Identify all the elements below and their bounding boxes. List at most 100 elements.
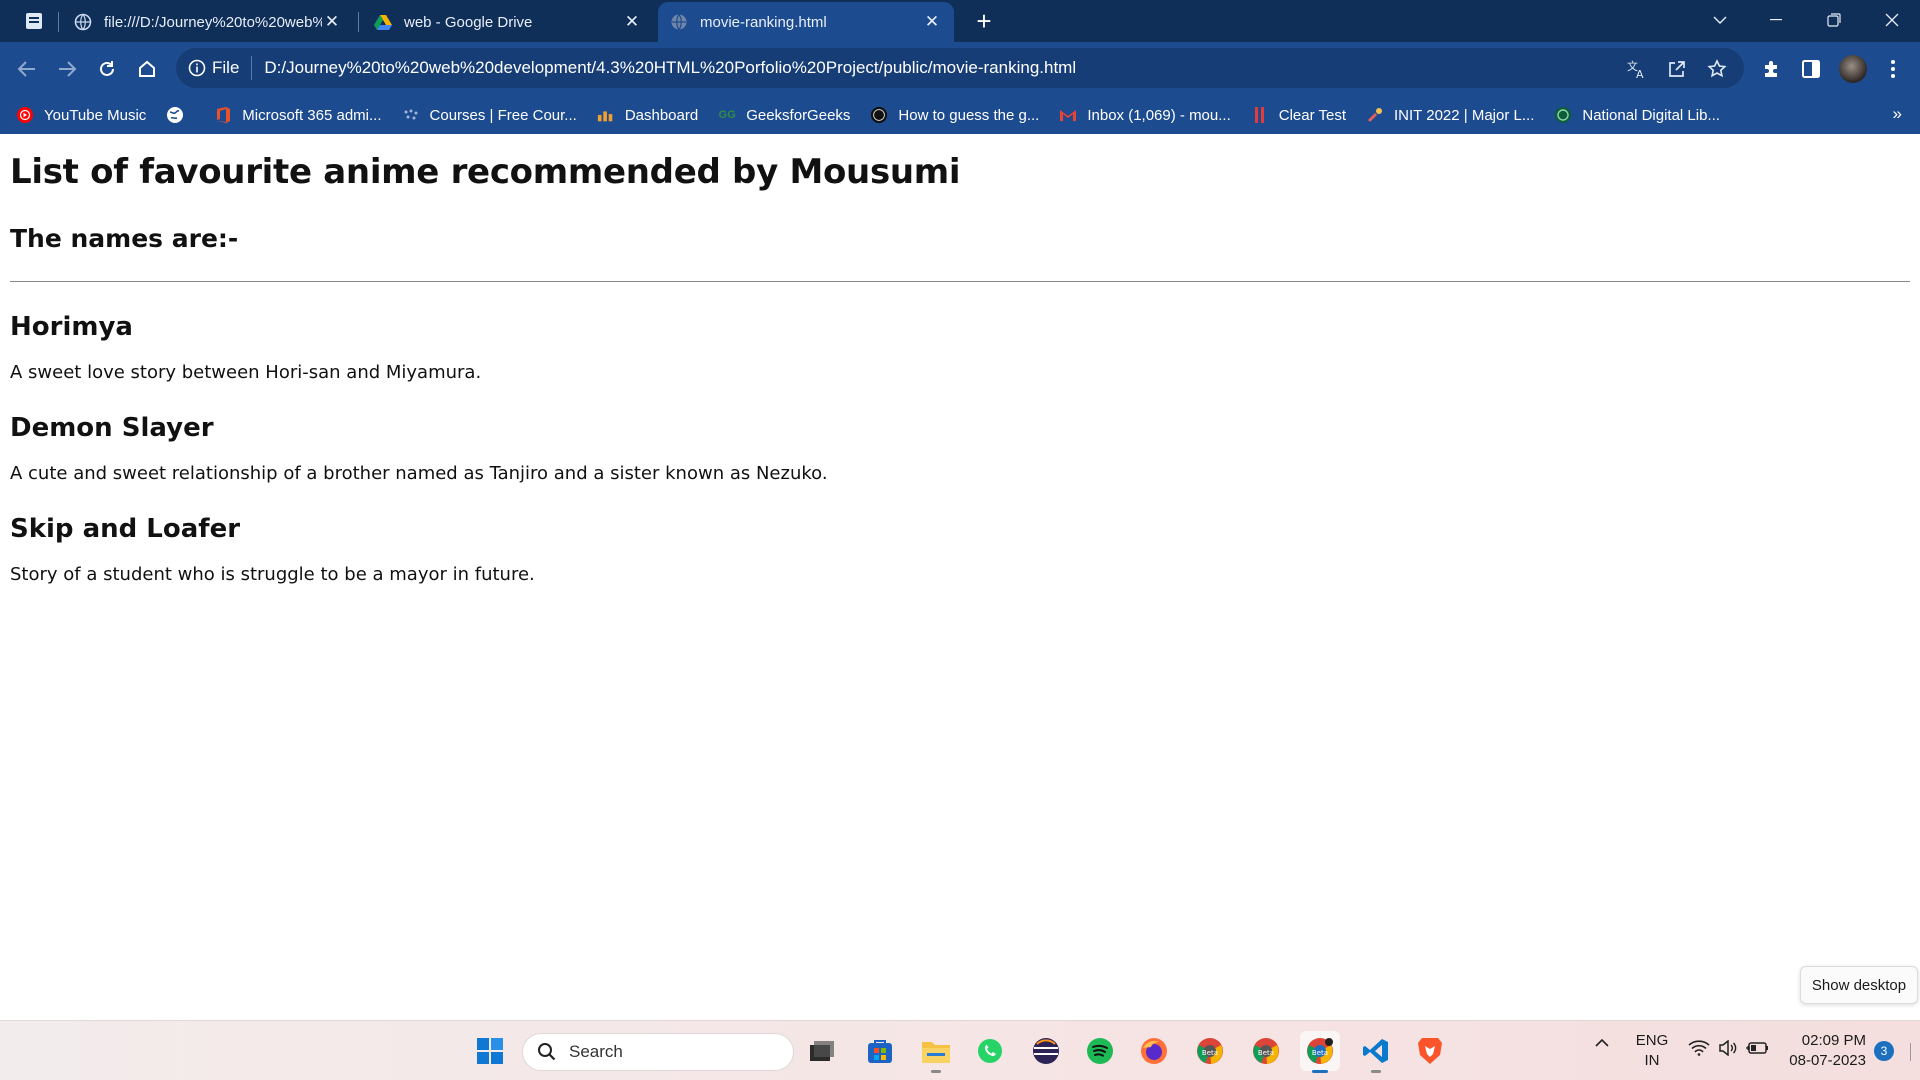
tab-actions-icon[interactable] bbox=[18, 6, 50, 36]
minimize-button[interactable] bbox=[1748, 0, 1804, 40]
reload-button[interactable] bbox=[92, 54, 122, 84]
notification-badge[interactable]: 3 bbox=[1874, 1041, 1894, 1061]
new-tab-button[interactable]: + bbox=[968, 6, 1000, 36]
tab-google-drive[interactable]: web - Google Drive ✕ bbox=[362, 2, 654, 42]
close-icon[interactable]: ✕ bbox=[622, 12, 642, 32]
battery-icon[interactable] bbox=[1742, 1040, 1772, 1056]
address-bar[interactable]: File D:/Journey%20to%20web%20development… bbox=[176, 48, 1744, 88]
youtube-music-icon bbox=[16, 106, 34, 124]
address-separator bbox=[251, 56, 253, 80]
spotify-icon bbox=[1087, 1038, 1113, 1064]
browser-toolbar: File D:/Journey%20to%20web%20development… bbox=[0, 42, 1920, 96]
svg-text:A: A bbox=[1636, 68, 1644, 80]
anime-description: A sweet love story between Hori-san and … bbox=[10, 362, 482, 383]
spotify-button[interactable] bbox=[1080, 1031, 1120, 1071]
brave-button[interactable] bbox=[1410, 1031, 1450, 1071]
restore-button[interactable] bbox=[1806, 0, 1862, 40]
clock-date: 08-07-2023 bbox=[1789, 1052, 1866, 1069]
show-desktop-button[interactable] bbox=[1910, 1043, 1911, 1061]
anime-description: A cute and sweet relationship of a broth… bbox=[10, 463, 828, 484]
start-button[interactable] bbox=[470, 1031, 510, 1071]
tab-file[interactable]: file:///D:/Journey%20to%20web% ✕ bbox=[62, 2, 354, 42]
chrome-beta-icon: Beta bbox=[1253, 1038, 1279, 1064]
bookmark-init-2022[interactable]: INIT 2022 | Major L... bbox=[1366, 106, 1534, 124]
globe-icon bbox=[166, 106, 184, 124]
menu-kebab-icon[interactable] bbox=[1878, 54, 1908, 84]
back-button[interactable] bbox=[12, 54, 42, 84]
bookmark-star-icon[interactable] bbox=[1704, 56, 1730, 82]
tab-search-chevron-icon[interactable] bbox=[1692, 0, 1748, 40]
firefox-icon bbox=[1141, 1038, 1167, 1064]
anime-description: Story of a student who is struggle to be… bbox=[10, 564, 535, 585]
page-subtitle: The names are:- bbox=[10, 224, 239, 253]
bookmarks-bar: YouTube Music Microsoft 365 admi... Cour… bbox=[0, 96, 1920, 134]
close-icon[interactable]: ✕ bbox=[922, 12, 942, 32]
chrome-beta-profile-button[interactable]: Beta bbox=[1190, 1031, 1230, 1071]
close-window-button[interactable] bbox=[1864, 0, 1920, 40]
geeksforgeeks-icon: GG bbox=[718, 109, 736, 121]
folder-icon bbox=[922, 1042, 950, 1063]
bookmark-geeksforgeeks[interactable]: GG GeeksforGeeks bbox=[718, 106, 851, 124]
taskbar-search[interactable]: Search bbox=[522, 1033, 794, 1071]
google-drive-icon bbox=[374, 13, 392, 31]
bookmark-inbox[interactable]: Inbox (1,069) - mou... bbox=[1059, 106, 1231, 124]
bookmark-national-digital-library[interactable]: National Digital Lib... bbox=[1554, 106, 1720, 124]
show-desktop-tooltip: Show desktop bbox=[1800, 966, 1918, 1004]
bookmark-label: Inbox (1,069) - mou... bbox=[1087, 106, 1231, 124]
url-text[interactable]: D:/Journey%20to%20web%20development/4.3%… bbox=[264, 58, 1076, 78]
microsoft-store-button[interactable] bbox=[860, 1031, 900, 1071]
bookmark-label: Clear Test bbox=[1278, 106, 1347, 124]
eclipse-button[interactable] bbox=[1026, 1031, 1066, 1071]
bookmark-dashboard[interactable]: Dashboard bbox=[597, 106, 698, 124]
chrome-beta-active-button[interactable]: Beta bbox=[1300, 1031, 1340, 1073]
taskbar: Search Beta Beta Beta ENG IN 02:09 PM 08… bbox=[0, 1020, 1920, 1080]
gmail-icon bbox=[1059, 106, 1077, 124]
bookmark-label: GeeksforGeeks bbox=[746, 106, 851, 124]
vscode-button[interactable] bbox=[1356, 1031, 1396, 1073]
bookmark-globe[interactable] bbox=[166, 106, 194, 124]
globe-icon bbox=[670, 13, 688, 31]
profile-avatar[interactable] bbox=[1838, 54, 1868, 84]
system-clock[interactable]: 02:09 PM 08-07-2023 bbox=[1778, 1031, 1866, 1071]
task-view-button[interactable] bbox=[802, 1031, 842, 1071]
dashboard-icon bbox=[597, 106, 615, 124]
anime-title: Skip and Loafer bbox=[10, 514, 241, 544]
translate-icon[interactable]: 文A bbox=[1624, 56, 1650, 82]
forward-button[interactable] bbox=[52, 54, 82, 84]
bookmark-youtube-music[interactable]: YouTube Music bbox=[16, 106, 146, 124]
firefox-button[interactable] bbox=[1134, 1031, 1174, 1071]
language-indicator[interactable]: ENG IN bbox=[1620, 1031, 1684, 1071]
init-icon bbox=[1366, 106, 1384, 124]
close-icon[interactable]: ✕ bbox=[322, 12, 342, 32]
wifi-icon[interactable] bbox=[1684, 1040, 1714, 1056]
courses-icon bbox=[402, 106, 420, 124]
brave-icon bbox=[1418, 1038, 1442, 1064]
store-icon bbox=[868, 1040, 892, 1063]
site-icon bbox=[870, 106, 888, 124]
bookmark-microsoft-365[interactable]: Microsoft 365 admi... bbox=[214, 106, 382, 124]
share-icon[interactable] bbox=[1664, 56, 1690, 82]
chrome-beta-profile-button[interactable]: Beta bbox=[1246, 1031, 1286, 1071]
search-icon bbox=[537, 1042, 557, 1062]
tab-title: movie-ranking.html bbox=[700, 13, 827, 31]
whatsapp-button[interactable] bbox=[970, 1031, 1010, 1071]
tab-movie-ranking[interactable]: movie-ranking.html ✕ bbox=[658, 2, 954, 42]
scheme-label: File bbox=[212, 58, 240, 77]
office-icon bbox=[214, 106, 232, 124]
bookmark-clear-test[interactable]: Clear Test bbox=[1251, 106, 1346, 124]
side-panel-icon[interactable] bbox=[1796, 54, 1826, 84]
home-button[interactable] bbox=[132, 54, 162, 84]
eclipse-icon bbox=[1033, 1038, 1059, 1064]
bookmark-how-to-guess[interactable]: How to guess the g... bbox=[870, 106, 1039, 124]
bookmark-label: Dashboard bbox=[624, 106, 699, 124]
bookmark-courses[interactable]: Courses | Free Cour... bbox=[402, 106, 577, 124]
file-explorer-button[interactable] bbox=[916, 1031, 956, 1073]
more-bookmarks-button[interactable]: » bbox=[1893, 104, 1902, 124]
bookmark-label: INIT 2022 | Major L... bbox=[1394, 106, 1535, 124]
bookmark-label: Microsoft 365 admi... bbox=[242, 106, 382, 124]
cleartest-icon bbox=[1251, 106, 1269, 124]
show-hidden-icons-chevron-icon[interactable] bbox=[1590, 1039, 1614, 1047]
site-info-button[interactable]: File bbox=[188, 58, 239, 78]
volume-icon[interactable] bbox=[1714, 1040, 1742, 1056]
extensions-icon[interactable] bbox=[1756, 54, 1786, 84]
